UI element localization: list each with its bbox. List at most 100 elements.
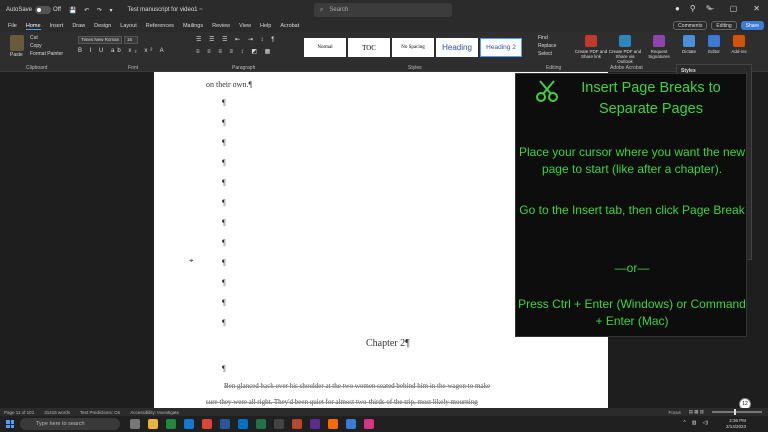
overlay-title: Insert Page Breaks to Separate Pages bbox=[581, 80, 721, 117]
font-size-select[interactable]: 16 bbox=[124, 36, 138, 44]
style-normal[interactable]: Normal bbox=[304, 38, 346, 57]
paste-icon[interactable] bbox=[10, 35, 24, 51]
minimize-icon[interactable]: – bbox=[709, 4, 713, 13]
create-pdf-share-link-button[interactable]: Create PDF and Share link bbox=[574, 35, 608, 59]
group-label-font: Font bbox=[128, 65, 139, 71]
group-label-styles: Styles bbox=[408, 65, 422, 71]
windows-start-icon[interactable] bbox=[6, 420, 14, 428]
accessibility-status[interactable]: Accessibility: Investigate bbox=[130, 410, 179, 415]
tab-help[interactable]: Help bbox=[260, 23, 271, 29]
cut-button[interactable]: Cut bbox=[30, 34, 63, 42]
editing-mode-button[interactable]: Editing bbox=[711, 21, 737, 30]
paragraph-mark: ¶ bbox=[222, 364, 226, 373]
align-buttons[interactable]: ≡ ≡ ≡ ≡ ↕ ◩ ▦ bbox=[196, 48, 273, 55]
word-count[interactable]: 31415 words bbox=[44, 410, 70, 415]
app-icon[interactable] bbox=[328, 419, 338, 429]
editing-list: Find Replace Select bbox=[538, 34, 556, 58]
style-no-spacing[interactable]: No Spacing bbox=[392, 38, 434, 57]
replace-button[interactable]: Replace bbox=[538, 42, 556, 50]
ribbon: Paste Cut Copy Format Painter Times New … bbox=[0, 32, 768, 72]
maximize-icon[interactable]: ▢ bbox=[730, 4, 738, 13]
overlay-step-2: Go to the Insert tab, then click Page Br… bbox=[519, 203, 745, 217]
quick-access-icons[interactable]: 💾 ↶ ↷ ▾ bbox=[69, 7, 116, 14]
app-icon[interactable] bbox=[274, 419, 284, 429]
app-icon[interactable] bbox=[346, 419, 356, 429]
focus-button[interactable]: Focus bbox=[668, 410, 680, 415]
network-icon[interactable]: ▥ bbox=[692, 420, 697, 426]
ribbon-tabs: File Home Insert Draw Design Layout Refe… bbox=[0, 20, 768, 32]
add-ins-button[interactable]: Add-ins bbox=[722, 35, 756, 54]
premiere-icon[interactable] bbox=[310, 419, 320, 429]
clipboard-list: Cut Copy Format Painter bbox=[30, 34, 63, 58]
autosave-label: AutoSave bbox=[6, 7, 33, 13]
request-signatures-button[interactable]: Request Signatures bbox=[642, 35, 676, 59]
chrome-icon[interactable] bbox=[202, 419, 212, 429]
autosave-state: Off bbox=[53, 7, 61, 13]
select-button[interactable]: Select bbox=[538, 50, 556, 58]
clock[interactable]: 2:36 PM 2/14/2023 bbox=[726, 418, 746, 430]
style-heading-2[interactable]: Heading 2 bbox=[480, 38, 522, 57]
taskbar-search[interactable]: Type here to search bbox=[20, 418, 120, 430]
create-pdf-outlook-button[interactable]: Create PDF and Share via Outlook bbox=[608, 35, 642, 64]
tab-review[interactable]: Review bbox=[212, 23, 230, 29]
document-title[interactable]: Test manuscript for video1 ~ bbox=[127, 7, 202, 13]
volume-icon[interactable]: ◁) bbox=[702, 420, 708, 426]
find-button[interactable]: Find bbox=[538, 34, 556, 42]
chevron-up-icon[interactable]: ^ bbox=[683, 420, 685, 426]
style-toc[interactable]: TOC bbox=[348, 38, 390, 57]
zoom-slider[interactable] bbox=[712, 409, 762, 415]
text-cursor-icon: ⌖ bbox=[189, 256, 194, 265]
edge-icon[interactable] bbox=[184, 419, 194, 429]
outlook-icon[interactable] bbox=[238, 419, 248, 429]
tab-insert[interactable]: Insert bbox=[50, 23, 64, 29]
page-count[interactable]: Page 11 of 101 bbox=[4, 410, 34, 415]
tab-layout[interactable]: Layout bbox=[120, 23, 137, 29]
tab-file[interactable]: File bbox=[8, 23, 17, 29]
list-buttons[interactable]: ☰ ☰ ☰ ⇤ ⇥ ↕ ¶ bbox=[196, 36, 277, 43]
powerpoint-icon[interactable] bbox=[292, 419, 302, 429]
status-bar: Page 11 of 101 31415 words Text Predicti… bbox=[0, 408, 768, 416]
format-painter-button[interactable]: Format Painter bbox=[30, 50, 63, 58]
text-predictions[interactable]: Text Predictions: On bbox=[80, 410, 120, 415]
group-label-editing: Editing bbox=[546, 65, 562, 71]
app-icon[interactable] bbox=[364, 419, 374, 429]
tab-home[interactable]: Home bbox=[25, 23, 41, 30]
tab-acrobat[interactable]: Acrobat bbox=[280, 23, 299, 29]
tab-references[interactable]: References bbox=[146, 23, 174, 29]
group-label-paragraph: Paragraph bbox=[232, 65, 256, 71]
comments-button[interactable]: Comments bbox=[673, 21, 708, 30]
tab-mailings[interactable]: Mailings bbox=[183, 23, 203, 29]
excel-icon[interactable] bbox=[256, 419, 266, 429]
close-icon[interactable]: ✕ bbox=[753, 4, 760, 13]
clock-date: 2/14/2023 bbox=[725, 424, 746, 429]
search-icon: ⌕ bbox=[320, 6, 324, 13]
body-line: Ben glanced back over his shoulder at th… bbox=[224, 382, 491, 390]
format-buttons[interactable]: B I U ab x₂ x² A bbox=[78, 48, 167, 54]
task-view-icon[interactable] bbox=[130, 419, 140, 429]
copy-button[interactable]: Copy bbox=[30, 42, 63, 50]
style-heading[interactable]: Heading bbox=[436, 38, 478, 57]
paste-label[interactable]: Paste bbox=[10, 52, 23, 58]
tab-view[interactable]: View bbox=[239, 23, 251, 29]
paragraph-mark: ¶ bbox=[222, 298, 226, 307]
tip-overlay: Insert Page Breaks to Separate Pages Pla… bbox=[515, 73, 747, 337]
paragraph-mark: ¶ bbox=[222, 138, 226, 147]
search-box[interactable]: ⌕ Search bbox=[314, 3, 452, 17]
group-label-acrobat: Adobe Acrobat bbox=[610, 65, 643, 71]
account-avatar-icon[interactable]: ● bbox=[675, 4, 680, 13]
app-icon[interactable] bbox=[166, 419, 176, 429]
file-explorer-icon[interactable] bbox=[148, 419, 158, 429]
word-icon[interactable] bbox=[220, 419, 230, 429]
lightbulb-icon[interactable]: ⚲ bbox=[690, 4, 696, 13]
tab-design[interactable]: Design bbox=[94, 23, 111, 29]
system-tray[interactable]: ^ ▥ ◁) bbox=[683, 420, 708, 426]
overlay-separator: —or— bbox=[614, 261, 650, 275]
share-button[interactable]: Share bbox=[740, 21, 764, 30]
autosave-toggle[interactable] bbox=[35, 6, 52, 14]
tab-draw[interactable]: Draw bbox=[72, 23, 85, 29]
font-name-select[interactable]: Times New Roman bbox=[78, 36, 122, 44]
view-mode-icons[interactable]: ▤ ▦ ▥ bbox=[689, 409, 704, 415]
titlebar-icons: ● ⚲ ✎ bbox=[675, 4, 712, 13]
search-placeholder: Search bbox=[329, 7, 349, 13]
paragraph-mark: ¶ bbox=[222, 118, 226, 127]
